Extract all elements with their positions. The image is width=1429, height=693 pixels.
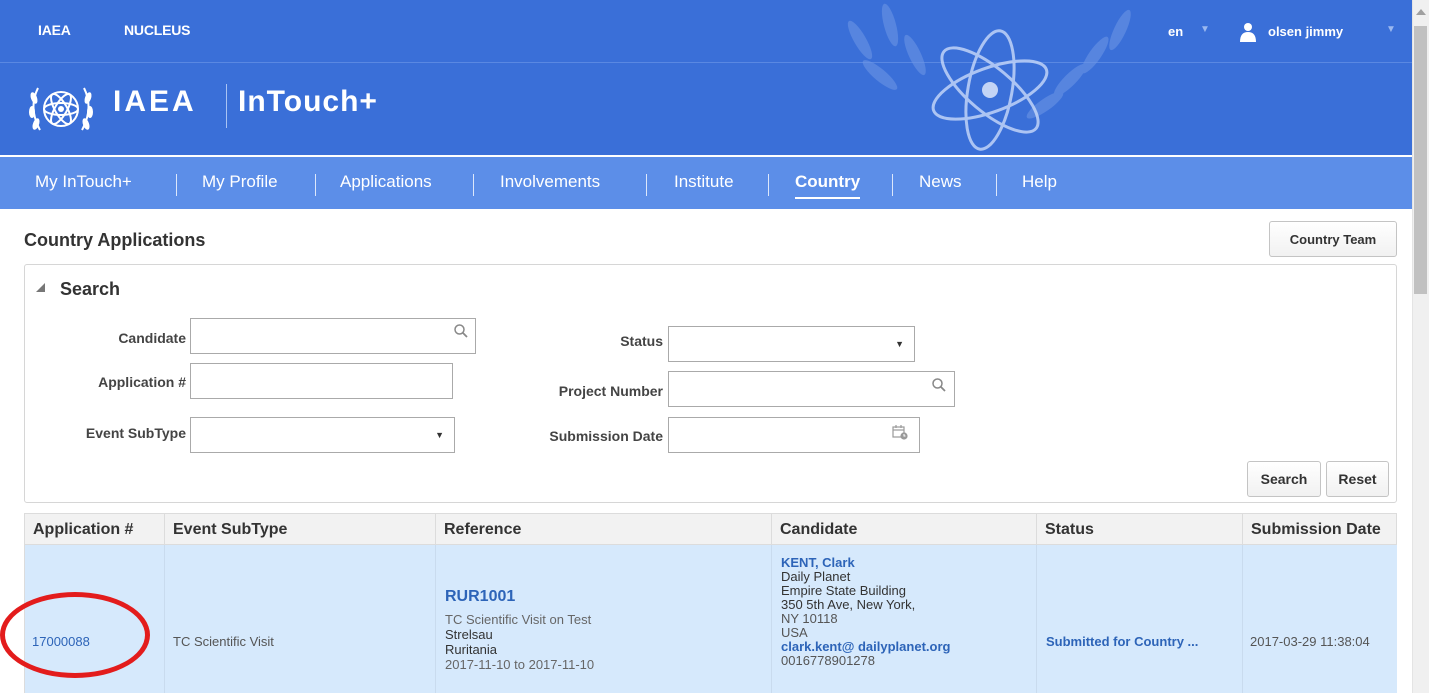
reference-country: Ruritania	[445, 642, 498, 657]
status-label: Status	[620, 333, 663, 349]
annotation-circle	[0, 592, 150, 678]
scrollbar-thumb[interactable]	[1414, 26, 1427, 294]
nav-my-intouch[interactable]: My InTouch+	[35, 172, 132, 192]
column-divider	[771, 545, 772, 693]
submission-date-label: Submission Date	[549, 428, 663, 444]
column-header-reference[interactable]: Reference	[436, 514, 772, 546]
nav-involvements[interactable]: Involvements	[500, 172, 600, 192]
scroll-up-arrow-icon[interactable]	[1416, 9, 1426, 15]
candidate-label: Candidate	[118, 330, 186, 346]
project-number-label: Project Number	[558, 383, 663, 399]
chevron-down-icon: ▼	[895, 339, 904, 349]
brand-org-name: IAEA	[113, 85, 197, 118]
column-header-application[interactable]: Application #	[25, 514, 165, 546]
nav-divider	[176, 174, 177, 196]
candidate-address-line: NY 10118	[781, 611, 838, 626]
candidate-organization: Daily Planet	[781, 569, 851, 584]
candidate-search-icon[interactable]	[453, 323, 469, 339]
calendar-icon[interactable]	[892, 424, 908, 440]
search-panel-title[interactable]: Search	[60, 279, 120, 300]
nav-divider	[315, 174, 316, 196]
collapse-triangle-icon[interactable]	[36, 283, 45, 292]
user-menu[interactable]: olsen jimmy	[1268, 24, 1343, 39]
iaea-emblem-icon	[29, 87, 93, 131]
reference-code[interactable]: RUR1001	[445, 588, 515, 606]
nav-divider	[892, 174, 893, 196]
country-team-button[interactable]: Country Team	[1269, 221, 1397, 257]
submission-date-cell: 2017-03-29 11:38:04	[1250, 634, 1370, 649]
top-bar: IAEA NUCLEUS en ▼ olsen jimmy ▼	[0, 0, 1412, 63]
project-number-input[interactable]	[668, 371, 955, 407]
brand-app-name: InTouch+	[238, 85, 378, 118]
candidate-details: KENT, Clark Daily Planet Empire State Bu…	[781, 556, 950, 668]
brand-banner	[0, 63, 1412, 155]
status-link[interactable]: Submitted for Country ...	[1046, 634, 1198, 649]
event-subtype-select[interactable]: ▼	[190, 417, 455, 453]
reference-city: Strelsau	[445, 627, 493, 642]
table-row[interactable]	[24, 545, 1397, 693]
main-nav: My InTouch+ My Profile Applications Invo…	[0, 157, 1412, 209]
iaea-link[interactable]: IAEA	[38, 22, 71, 38]
column-header-event-subtype[interactable]: Event SubType	[165, 514, 436, 546]
column-divider	[435, 545, 436, 693]
nav-divider	[996, 174, 997, 196]
reference-dates: 2017-11-10 to 2017-11-10	[445, 657, 595, 672]
candidate-phone: 0016778901278	[781, 653, 875, 668]
user-dropdown-icon[interactable]: ▼	[1386, 24, 1396, 35]
nav-divider	[646, 174, 647, 196]
reference-details: TC Scientific Visit on Test Strelsau Rur…	[445, 612, 594, 672]
candidate-country: USA	[781, 625, 808, 640]
reset-button[interactable]: Reset	[1326, 461, 1389, 497]
application-number-input[interactable]	[190, 363, 453, 399]
language-dropdown-icon[interactable]: ▼	[1200, 24, 1210, 35]
candidate-name-link[interactable]: KENT, Clark	[781, 556, 950, 570]
submission-date-input[interactable]	[668, 417, 920, 453]
app-window: IAEA NUCLEUS en ▼ olsen jimmy ▼ IAEA InT…	[0, 0, 1429, 693]
nav-news[interactable]: News	[919, 172, 962, 192]
column-header-submission-date[interactable]: Submission Date	[1243, 514, 1398, 546]
nav-applications[interactable]: Applications	[340, 172, 432, 192]
candidate-email-link[interactable]: clark.kent@ dailyplanet.org	[781, 640, 950, 654]
nav-divider	[768, 174, 769, 196]
column-header-candidate[interactable]: Candidate	[772, 514, 1037, 546]
project-search-icon[interactable]	[931, 377, 947, 393]
event-subtype-label: Event SubType	[85, 425, 186, 441]
brand-divider	[226, 84, 227, 128]
column-divider	[1242, 545, 1243, 693]
search-button[interactable]: Search	[1247, 461, 1321, 497]
nav-institute[interactable]: Institute	[674, 172, 734, 192]
candidate-address-line: Empire State Building	[781, 583, 907, 598]
column-header-status[interactable]: Status	[1037, 514, 1243, 546]
column-divider	[1036, 545, 1037, 693]
table-header: Application # Event SubType Reference Ca…	[24, 513, 1398, 546]
nav-country[interactable]: Country	[795, 172, 861, 199]
page-title: Country Applications	[24, 230, 206, 250]
nav-help[interactable]: Help	[1022, 172, 1057, 192]
chevron-down-icon: ▼	[435, 430, 444, 440]
candidate-input[interactable]	[190, 318, 476, 354]
candidate-address-line: 350 5th Ave, New York,	[781, 597, 916, 612]
event-subtype-cell: TC Scientific Visit	[173, 634, 274, 649]
application-number-label: Application #	[98, 374, 186, 390]
nav-divider	[473, 174, 474, 196]
olive-branch-watermark	[847, 3, 1131, 151]
user-icon	[1240, 23, 1256, 42]
reference-title: TC Scientific Visit on Test	[445, 612, 592, 627]
column-divider	[164, 545, 165, 693]
nucleus-link[interactable]: NUCLEUS	[124, 22, 190, 38]
nav-my-profile[interactable]: My Profile	[202, 172, 278, 192]
status-select[interactable]: ▼	[668, 326, 915, 362]
